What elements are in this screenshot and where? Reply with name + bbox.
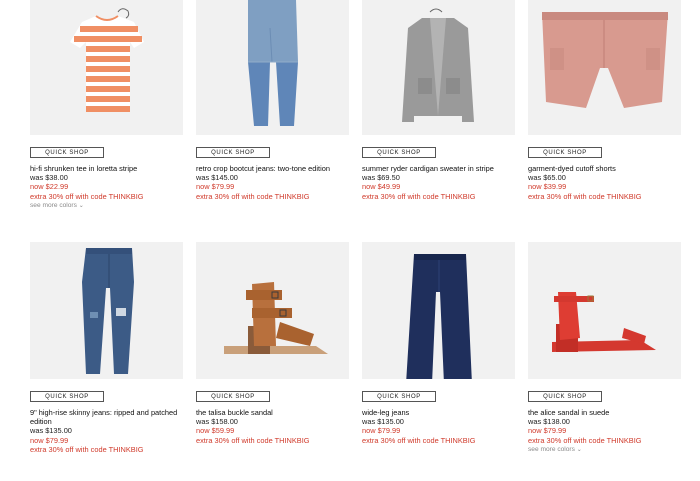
sale-price: now $79.99 <box>30 435 69 445</box>
quick-shop-button[interactable]: QUICK SHOP <box>362 147 436 158</box>
skinny-jeans-image <box>82 248 134 374</box>
wide-leg-jeans-image <box>406 254 472 379</box>
quick-shop-button[interactable]: QUICK SHOP <box>30 147 104 158</box>
original-price: was $135.00 <box>30 426 72 436</box>
product-card[interactable]: QUICK SHOP wide-leg jeans was $135.00 no… <box>362 242 515 445</box>
product-name[interactable]: garment-dyed cutoff shorts <box>528 164 681 173</box>
product-name[interactable]: the alice sandal in suede <box>528 408 681 417</box>
quick-shop-button[interactable]: QUICK SHOP <box>528 147 602 158</box>
sale-price: now $22.99 <box>30 182 69 192</box>
see-more-colors-link[interactable]: see more colors ⌄ <box>528 445 681 455</box>
product-name[interactable]: 9" high-rise skinny jeans: ripped and pa… <box>30 408 183 426</box>
quick-shop-button[interactable]: QUICK SHOP <box>528 391 602 402</box>
striped-tee-image <box>70 8 144 112</box>
product-image[interactable] <box>362 242 515 379</box>
pink-shorts-image <box>542 12 668 108</box>
product-image[interactable] <box>362 0 515 135</box>
promo-text: extra 30% off with code THINKBIG <box>30 191 144 201</box>
product-card[interactable]: QUICK SHOP summer ryder cardigan sweater… <box>362 0 515 201</box>
promo-text: extra 30% off with code THINKBIG <box>30 444 144 454</box>
quick-shop-button[interactable]: QUICK SHOP <box>196 147 270 158</box>
original-price: was $38.00 <box>30 173 68 183</box>
see-more-colors-link[interactable]: see more colors ⌄ <box>30 201 183 211</box>
promo-text: extra 30% off with code THINKBIG <box>528 435 642 445</box>
product-name[interactable]: summer ryder cardigan sweater in stripe <box>362 164 515 173</box>
sale-price: now $79.99 <box>196 182 235 192</box>
product-image[interactable] <box>30 242 183 379</box>
chevron-down-icon: ⌄ <box>576 446 582 453</box>
see-more-colors-label: see more colors <box>528 445 575 453</box>
original-price: was $69.50 <box>362 173 400 183</box>
product-name[interactable]: retro crop bootcut jeans: two-tone editi… <box>196 164 349 173</box>
promo-text: extra 30% off with code THINKBIG <box>196 191 310 201</box>
product-name[interactable]: the talisa buckle sandal <box>196 408 349 417</box>
two-tone-jeans-image <box>248 0 298 126</box>
product-card[interactable]: QUICK SHOP 9" high-rise skinny jeans: ri… <box>30 242 183 454</box>
gray-cardigan-image <box>402 8 474 122</box>
original-price: was $135.00 <box>362 417 404 427</box>
quick-shop-button[interactable]: QUICK SHOP <box>362 391 436 402</box>
promo-text: extra 30% off with code THINKBIG <box>362 435 476 445</box>
sale-price: now $49.99 <box>362 182 401 192</box>
quick-shop-button[interactable]: QUICK SHOP <box>196 391 270 402</box>
sale-price: now $79.99 <box>362 426 401 436</box>
red-sandal-image <box>552 292 656 352</box>
product-card[interactable]: QUICK SHOP the alice sandal in suede was… <box>528 242 681 455</box>
original-price: was $65.00 <box>528 173 566 183</box>
chevron-down-icon: ⌄ <box>78 202 84 209</box>
promo-text: extra 30% off with code THINKBIG <box>528 191 642 201</box>
tan-buckle-sandal-image <box>224 282 328 354</box>
product-card[interactable]: QUICK SHOP garment-dyed cutoff shorts wa… <box>528 0 681 201</box>
sale-price: now $79.99 <box>528 426 567 436</box>
sale-price: now $59.99 <box>196 426 235 436</box>
original-price: was $158.00 <box>196 417 238 427</box>
product-name[interactable]: hi-fi shrunken tee in loretta stripe <box>30 164 183 173</box>
product-card[interactable]: QUICK SHOP retro crop bootcut jeans: two… <box>196 0 349 201</box>
promo-text: extra 30% off with code THINKBIG <box>362 191 476 201</box>
product-image[interactable] <box>196 242 349 379</box>
original-price: was $138.00 <box>528 417 570 427</box>
original-price: was $145.00 <box>196 173 238 183</box>
product-image[interactable] <box>528 0 681 135</box>
product-card[interactable]: QUICK SHOP the talisa buckle sandal was … <box>196 242 349 445</box>
product-image[interactable] <box>528 242 681 379</box>
sale-price: now $39.99 <box>528 182 567 192</box>
product-image[interactable] <box>30 0 183 135</box>
product-name[interactable]: wide-leg jeans <box>362 408 515 417</box>
promo-text: extra 30% off with code THINKBIG <box>196 435 310 445</box>
quick-shop-button[interactable]: QUICK SHOP <box>30 391 104 402</box>
product-image[interactable] <box>196 0 349 135</box>
product-card[interactable]: QUICK SHOP hi-fi shrunken tee in loretta… <box>30 0 183 211</box>
see-more-colors-label: see more colors <box>30 201 77 209</box>
